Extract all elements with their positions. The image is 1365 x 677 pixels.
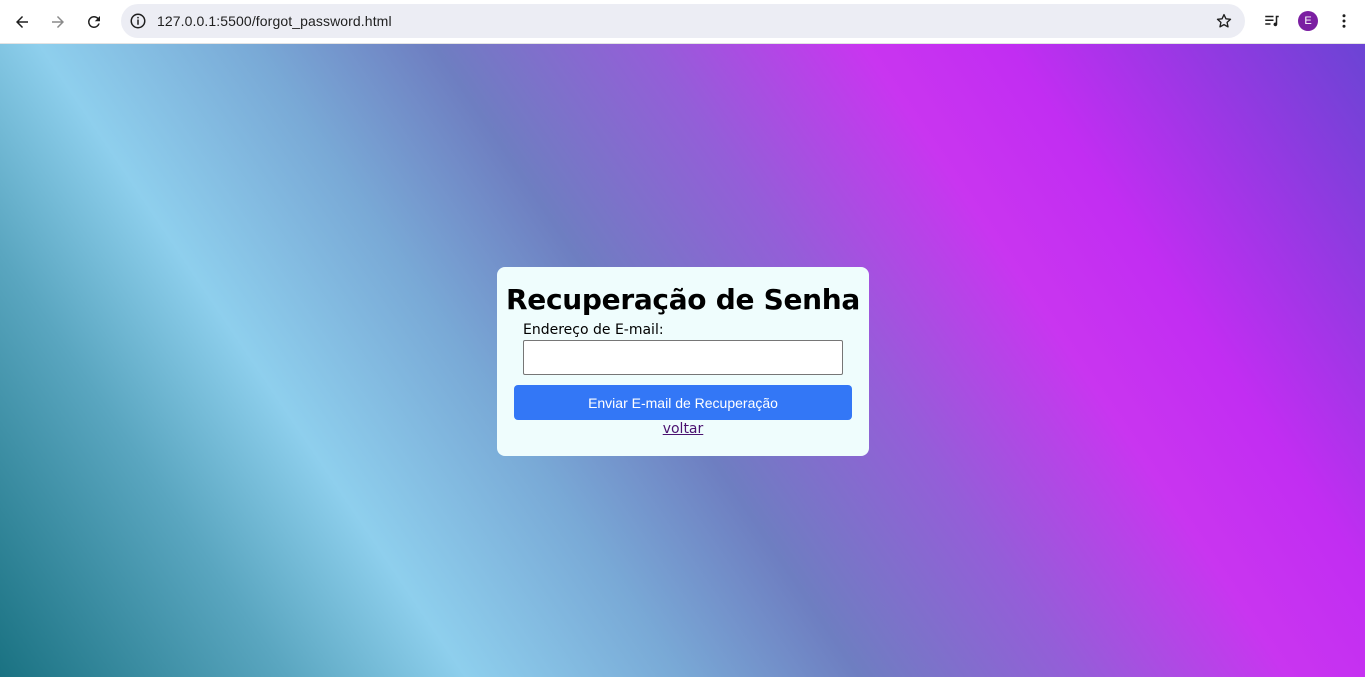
address-bar[interactable]: 127.0.0.1:5500/forgot_password.html	[121, 4, 1245, 38]
info-icon[interactable]	[129, 12, 147, 30]
browser-menu-button[interactable]	[1333, 10, 1355, 32]
url-text[interactable]: 127.0.0.1:5500/forgot_password.html	[157, 13, 392, 29]
send-recovery-email-button[interactable]: Enviar E-mail de Recuperação	[514, 385, 852, 420]
reload-icon	[87, 15, 100, 28]
reload-button[interactable]	[80, 8, 108, 36]
password-recovery-card: Recuperação de Senha Endereço de E-mail:…	[497, 267, 869, 456]
page-background: Recuperação de Senha Endereço de E-mail:…	[0, 44, 1365, 677]
page-title: Recuperação de Senha	[506, 283, 860, 316]
email-label: Endereço de E-mail:	[523, 322, 664, 338]
email-input[interactable]	[523, 340, 843, 375]
kebab-menu-icon	[1342, 14, 1346, 28]
arrow-left-icon	[16, 16, 28, 28]
arrow-right-icon	[52, 16, 64, 28]
forward-button[interactable]	[44, 8, 72, 36]
back-link[interactable]: voltar	[663, 421, 704, 437]
media-queue-button[interactable]	[1261, 10, 1283, 32]
browser-toolbar: 127.0.0.1:5500/forgot_password.html E	[0, 0, 1365, 44]
media-queue-icon	[1265, 15, 1279, 27]
profile-avatar[interactable]: E	[1298, 11, 1318, 31]
back-link-container: voltar	[497, 421, 869, 437]
back-button[interactable]	[8, 8, 36, 36]
star-icon[interactable]	[1215, 12, 1233, 30]
